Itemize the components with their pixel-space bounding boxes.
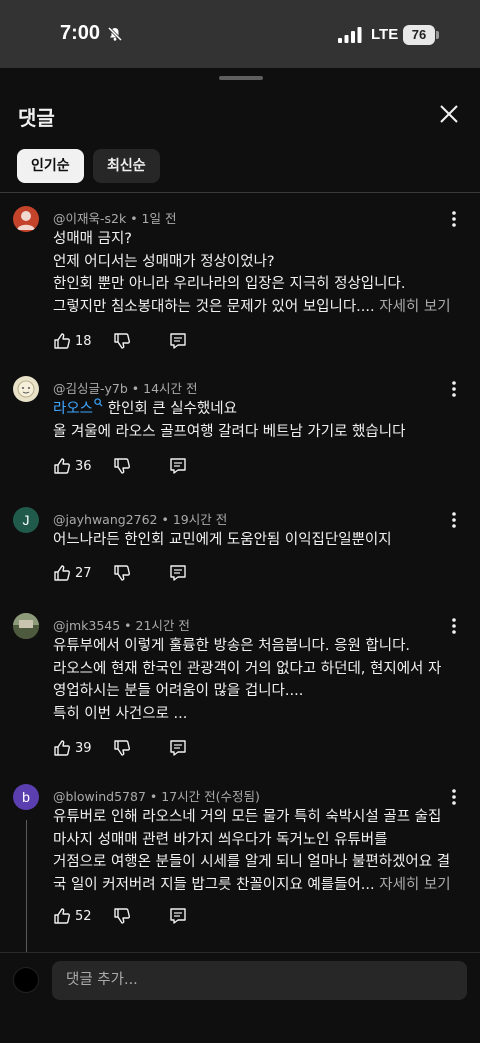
comment-line: 마사지 성매매 관련 바가지 씌우다가 독거노인 유튜버를 bbox=[53, 831, 388, 848]
more-vert-icon[interactable] bbox=[446, 616, 462, 636]
comment-meta: @jayhwang2762 • 19시간 전 bbox=[53, 512, 228, 527]
comment-time: 1일 전 bbox=[141, 211, 177, 226]
comment-line: 어느나라든 한인회 교민에게 도움안됨 이익집단일뿐이지 bbox=[53, 532, 392, 548]
comment-text: 성매매 금지? 언제 어디서는 성매매가 정상이었나? 한인회 뿐만 아니라 우… bbox=[53, 228, 463, 318]
like-count: 27 bbox=[75, 566, 92, 581]
comment-meta: @jmk3545 • 21시간 전 bbox=[53, 618, 190, 633]
more-vert-icon[interactable] bbox=[446, 510, 462, 530]
comment-meta: @blowind5787 • 17시간 전(수정됨) bbox=[53, 789, 260, 804]
comment-line-text: 한인회 큰 실수했네요 bbox=[103, 401, 237, 417]
reply-icon[interactable] bbox=[169, 564, 187, 582]
comments-sheet: 댓글 인기순 최신순 @이재욱-s2k • 1일 전 성매매 금지? 언제 어디… bbox=[0, 68, 480, 1043]
more-vert-icon[interactable] bbox=[446, 379, 462, 399]
reply-icon[interactable] bbox=[169, 332, 187, 350]
comment-text: 유튜버로 인해 라오스네 거의 모든 물가 특히 숙박시설 골프 술집 마사지 … bbox=[53, 806, 463, 896]
comment-time: 17시간 전(수정됨) bbox=[161, 789, 260, 804]
comment-author[interactable]: @blowind5787 bbox=[53, 789, 146, 804]
thumbs-down-icon[interactable] bbox=[113, 739, 131, 757]
comment-line: 특히 이번 사건으로 ... bbox=[53, 705, 188, 722]
mention-link[interactable]: 라오스 bbox=[53, 398, 103, 417]
photo-avatar-icon bbox=[13, 613, 39, 639]
comment-actions: 27 bbox=[53, 564, 203, 584]
like-count: 18 bbox=[75, 334, 92, 349]
comment-line-last: 국 일이 커저버려 지들 밥그릇 찬꼴이지요 예를들어... 자세히 보기 bbox=[53, 874, 463, 897]
thumbs-down-icon[interactable] bbox=[113, 907, 131, 925]
comment-line-last: 그렇지만 침소봉대하는 것은 문제가 있어 보입니다.... 자세히 보기 bbox=[53, 296, 463, 319]
comment-line-text: 그렇지만 침소봉대하는 것은 문제가 있어 보입니다.... bbox=[53, 298, 375, 315]
close-icon[interactable] bbox=[436, 101, 462, 127]
comment-line: 영업하시는 분들 어려움이 많을 겁니다.... bbox=[53, 683, 304, 699]
add-comment-bar: 댓글 추가... bbox=[0, 952, 480, 1043]
reply-icon[interactable] bbox=[169, 739, 187, 757]
comment-actions: 52 bbox=[53, 907, 203, 927]
battery-tip bbox=[436, 31, 439, 39]
comment-actions: 36 bbox=[53, 457, 203, 477]
comment-line-text: 국 일이 커저버려 지들 밥그릇 찬꼴이지요 예를들어... bbox=[53, 876, 375, 893]
comment-line: 올 겨울에 라오스 골프여행 갈려다 베트남 가기로 했습니다 bbox=[53, 423, 406, 440]
my-avatar bbox=[13, 967, 39, 993]
reply-icon[interactable] bbox=[169, 907, 187, 925]
battery-icon: 76 bbox=[403, 25, 435, 45]
comment-actions: 39 bbox=[53, 739, 203, 759]
comment-time: 14시간 전 bbox=[143, 381, 198, 396]
drag-handle[interactable] bbox=[219, 76, 263, 80]
avatar[interactable] bbox=[13, 376, 39, 402]
read-more-link[interactable]: 자세히 보기 bbox=[379, 877, 450, 893]
comment-line: 라오스에 현재 한국인 관광객이 거의 없다고 하던데, 현지에서 자 bbox=[53, 660, 442, 677]
thumbs-down-icon[interactable] bbox=[113, 457, 131, 475]
thumbs-up-icon[interactable] bbox=[53, 907, 71, 925]
comment-line: 성매매 금지? bbox=[53, 231, 133, 247]
comment-actions: 18 bbox=[53, 332, 203, 352]
avatar[interactable]: J bbox=[13, 507, 39, 533]
like-count: 52 bbox=[75, 909, 92, 924]
avatar[interactable]: b bbox=[13, 784, 39, 810]
thumbs-down-icon[interactable] bbox=[113, 564, 131, 582]
comment-author[interactable]: @jmk3545 bbox=[53, 618, 120, 633]
like-count: 36 bbox=[75, 459, 92, 474]
comment-line: 유튜버로 인해 라오스네 거의 모든 물가 특히 숙박시설 골프 술집 bbox=[53, 809, 442, 825]
thumbs-up-icon[interactable] bbox=[53, 564, 71, 582]
comment-meta: @김싱글-y7b • 14시간 전 bbox=[53, 381, 198, 396]
thread-line bbox=[26, 820, 27, 960]
comment-text: 유튜부에서 이렇게 훌륭한 방송은 처음봅니다. 응원 합니다. 라오스에 현재… bbox=[53, 635, 463, 725]
reply-icon[interactable] bbox=[169, 457, 187, 475]
comment-meta: @이재욱-s2k • 1일 전 bbox=[53, 211, 177, 226]
thumbs-down-icon[interactable] bbox=[113, 332, 131, 350]
status-bar: 7:00 LTE 76 bbox=[0, 0, 480, 68]
comment-text: 어느나라든 한인회 교민에게 도움안됨 이익집단일뿐이지 bbox=[53, 529, 463, 552]
more-vert-icon[interactable] bbox=[446, 787, 462, 807]
network-label: LTE bbox=[371, 26, 399, 43]
divider bbox=[0, 192, 480, 193]
mention-text: 라오스 bbox=[53, 401, 94, 417]
comment-author[interactable]: @김싱글-y7b bbox=[53, 381, 128, 396]
bell-off-icon bbox=[107, 26, 123, 42]
comment-author[interactable]: @이재욱-s2k bbox=[53, 211, 126, 226]
comment-line-first: 라오스 한인회 큰 실수했네요 bbox=[53, 398, 463, 421]
search-icon bbox=[94, 398, 103, 407]
comment-author[interactable]: @jayhwang2762 bbox=[53, 512, 158, 527]
avatar[interactable] bbox=[13, 206, 39, 232]
more-vert-icon[interactable] bbox=[446, 209, 462, 229]
thumbs-up-icon[interactable] bbox=[53, 332, 71, 350]
thumbs-up-icon[interactable] bbox=[53, 739, 71, 757]
user-silhouette-icon bbox=[17, 211, 35, 230]
comment-line: 언제 어디서는 성매매가 정상이었나? bbox=[53, 253, 275, 270]
comment-text: 라오스 한인회 큰 실수했네요 올 겨울에 라오스 골프여행 갈려다 베트남 가… bbox=[53, 398, 463, 443]
cartoon-avatar-icon bbox=[17, 380, 35, 398]
add-comment-input[interactable]: 댓글 추가... bbox=[52, 961, 467, 1000]
sort-chip-newest[interactable]: 최신순 bbox=[93, 149, 160, 183]
comment-time: 19시간 전 bbox=[172, 512, 228, 527]
avatar[interactable] bbox=[13, 613, 39, 639]
sort-chip-top[interactable]: 인기순 bbox=[17, 149, 84, 183]
sheet-title: 댓글 bbox=[18, 106, 55, 130]
comment-time: 21시간 전 bbox=[135, 618, 190, 633]
read-more-link[interactable]: 자세히 보기 bbox=[379, 299, 450, 315]
comment-line: 유튜부에서 이렇게 훌륭한 방송은 처음봅니다. 응원 합니다. bbox=[53, 638, 411, 654]
comment-line: 한인회 뿐만 아니라 우리나라의 입장은 지극히 정상입니다. bbox=[53, 276, 406, 292]
status-time: 7:00 bbox=[60, 22, 101, 44]
comment-line: 거점으로 여행온 분들이 시세를 알게 되니 얼마나 불편하겠어요 결 bbox=[53, 854, 451, 870]
like-count: 39 bbox=[75, 741, 92, 756]
signal-icon bbox=[338, 27, 362, 43]
thumbs-up-icon[interactable] bbox=[53, 457, 71, 475]
